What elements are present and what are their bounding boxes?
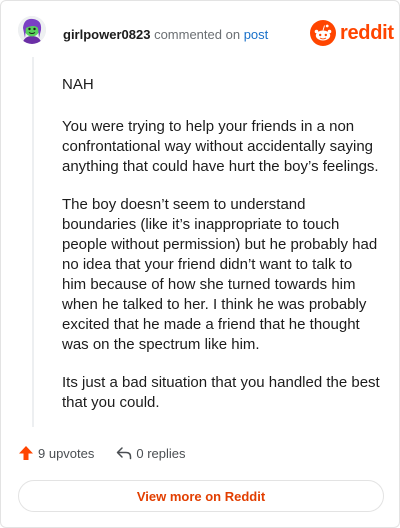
user-avatar[interactable]	[18, 16, 46, 44]
embedded-comment-card: girlpower0823 commented on post reddit N…	[0, 0, 400, 528]
reddit-snoo-icon	[310, 20, 336, 46]
author-username[interactable]: girlpower0823	[63, 27, 150, 42]
post-link[interactable]: post	[244, 27, 269, 42]
commented-on-label: commented on	[154, 27, 241, 42]
upvote-arrow-icon	[19, 446, 33, 460]
reply-count: 0 replies	[136, 445, 186, 461]
upvote-button[interactable]: 9 upvotes	[18, 445, 94, 461]
comment-paragraph: NAH	[62, 76, 94, 93]
reddit-logo[interactable]: reddit	[310, 20, 394, 46]
reply-arrow-icon	[117, 447, 132, 460]
comment-body: NAH You were trying to help your friends…	[62, 75, 380, 431]
upvote-count: 9 upvotes	[38, 445, 95, 461]
avatar-icon	[18, 16, 46, 44]
thread-line[interactable]	[32, 57, 34, 427]
view-more-button[interactable]: View more on Reddit	[18, 480, 384, 512]
reddit-wordmark: reddit	[340, 21, 394, 44]
comment-actions: 9 upvotes 0 replies	[18, 445, 186, 461]
comment-paragraph: The boy doesn’t seem to understand bound…	[62, 196, 378, 353]
comment-paragraph: You were trying to help your friends in …	[62, 118, 379, 175]
reply-button[interactable]: 0 replies	[116, 445, 186, 461]
comment-header: girlpower0823 commented on post	[63, 27, 268, 43]
comment-paragraph: Its just a bad situation that you handle…	[62, 374, 380, 411]
